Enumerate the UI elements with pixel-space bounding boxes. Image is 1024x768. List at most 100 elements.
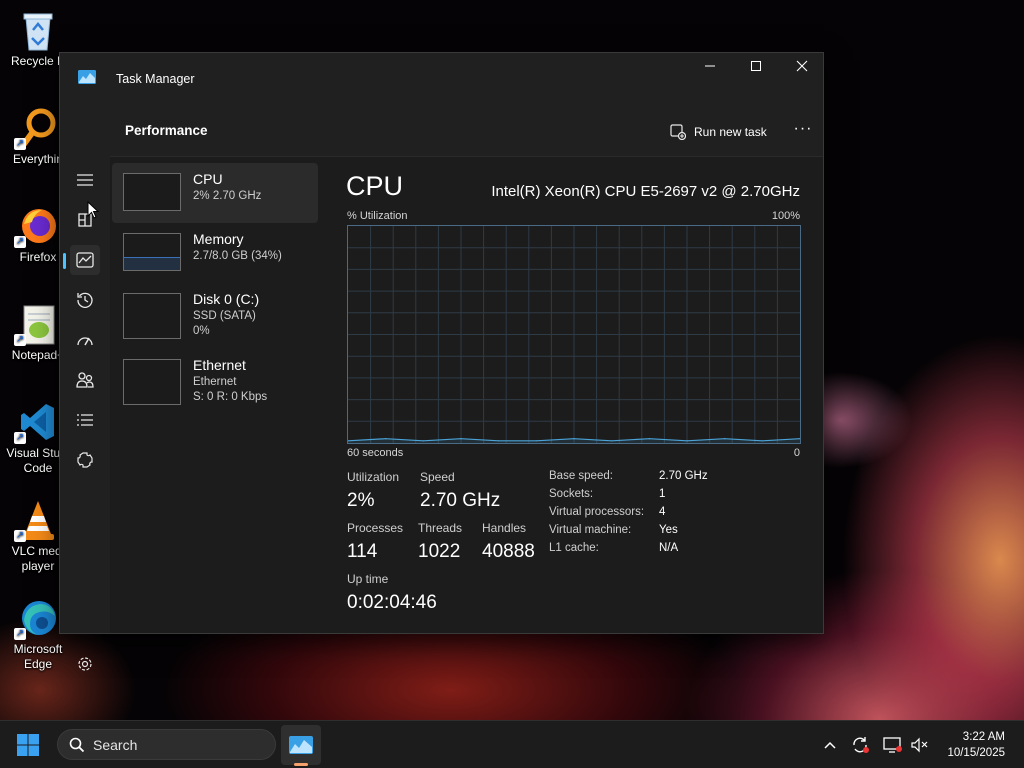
clock-date: 10/15/2025	[947, 747, 1005, 759]
nav-services[interactable]	[70, 445, 100, 475]
sync-status-button[interactable]	[850, 735, 872, 755]
system-clock[interactable]: 3:22 AM 10/15/2025	[947, 729, 1005, 761]
more-options-button[interactable]: ···	[788, 119, 818, 145]
spec-value-base-speed: 2.70 GHz	[659, 470, 708, 482]
cpu-graph-svg	[347, 226, 801, 443]
run-new-task-button[interactable]: Run new task	[664, 119, 773, 145]
minimize-icon	[705, 65, 715, 67]
spec-label-virtual-machine: Virtual machine:	[549, 524, 632, 536]
device-item-memory[interactable]: Memory 2.7/8.0 GB (34%)	[112, 223, 318, 283]
device-sub-2: 0%	[193, 325, 210, 337]
minimize-button[interactable]	[687, 53, 733, 85]
utilization-label: Utilization	[347, 470, 400, 484]
settings-button[interactable]	[70, 649, 100, 679]
spec-label-base-speed: Base speed:	[549, 470, 613, 482]
cpu-data-point	[686, 440, 688, 442]
cpu-data-point	[422, 440, 424, 442]
maximize-button[interactable]	[733, 53, 779, 85]
search-placeholder: Search	[93, 737, 138, 753]
hamburger-menu-button[interactable]	[70, 165, 100, 195]
everything-search-icon: ↗	[14, 106, 58, 150]
cpu-heading: CPU	[346, 171, 404, 201]
shortcut-arrow-icon: ↗	[14, 628, 26, 640]
uptime-label: Up time	[347, 572, 389, 586]
handles-label: Handles	[482, 521, 527, 535]
speed-label: Speed	[420, 470, 455, 484]
device-item-ethernet[interactable]: Ethernet Ethernet S: 0 R: 0 Kbps	[112, 349, 318, 409]
desktop-icon-label: Everythin	[12, 152, 64, 166]
device-sub: Ethernet	[193, 376, 237, 388]
desktop-icon-label-line2: Edge	[23, 657, 53, 671]
display-button[interactable]	[882, 735, 904, 755]
start-button[interactable]	[16, 733, 40, 757]
spec-label-l1-cache: L1 cache:	[549, 542, 599, 554]
spec-value-sockets: 1	[659, 488, 666, 500]
nav-app-history[interactable]	[70, 285, 100, 315]
task-manager-taskbar-icon	[289, 736, 313, 754]
nav-startup-apps[interactable]	[70, 325, 100, 355]
navigation-rail	[60, 105, 110, 671]
shortcut-arrow-icon: ↗	[14, 138, 26, 150]
vlc-icon: ↗	[14, 498, 58, 542]
spec-value-virtual-machine: Yes	[659, 524, 678, 536]
threads-label: Threads	[418, 521, 463, 535]
desktop-icon-label: Firefox	[19, 250, 57, 264]
more-icon: ···	[793, 120, 813, 137]
handles-value: 40888	[482, 541, 535, 562]
mouse-cursor-icon	[87, 201, 99, 219]
taskbar-search-box[interactable]: Search	[57, 729, 276, 760]
desktop-icon-label: Recycle B	[10, 54, 66, 68]
shortcut-arrow-icon: ↗	[14, 334, 26, 346]
chevron-up-icon	[824, 741, 836, 749]
task-manager-window: Task Manager Performance Run new task ··…	[59, 52, 824, 671]
startup-apps-icon	[77, 337, 93, 346]
performance-icon	[76, 252, 94, 268]
threads-value: 1022	[418, 541, 461, 562]
cpu-data-point	[460, 438, 462, 440]
settings-icon	[78, 657, 92, 671]
graph-y-label: % Utilization	[347, 210, 408, 222]
volume-button[interactable]	[910, 735, 930, 755]
window-title: Task Manager	[116, 72, 195, 86]
desktop-icon-label-line1: Microsoft	[13, 642, 63, 656]
title-bar[interactable]: Task Manager	[60, 53, 823, 105]
vscode-icon: ↗	[14, 400, 58, 444]
memory-thumbnail-fill	[124, 256, 180, 270]
device-name: Disk 0 (C:)	[193, 291, 260, 307]
graph-x-left-label: 60 seconds	[347, 447, 404, 459]
device-sub: 2.7/8.0 GB (34%)	[193, 250, 282, 262]
processes-value: 114	[347, 541, 378, 562]
notepad-plus-plus-icon: ↗	[14, 302, 58, 346]
services-icon	[77, 452, 93, 468]
app-history-icon	[77, 292, 93, 308]
cpu-data-point	[724, 438, 726, 440]
spec-value-virtual-processors: 4	[659, 506, 666, 518]
device-name: CPU	[193, 171, 223, 187]
device-item-cpu[interactable]: CPU 2% 2.70 GHz	[112, 163, 318, 223]
show-hidden-icons-button[interactable]	[820, 735, 840, 755]
device-item-disk[interactable]: Disk 0 (C:) SSD (SATA) 0%	[112, 283, 318, 343]
page-title: Performance	[125, 123, 208, 138]
shortcut-arrow-icon: ↗	[14, 530, 26, 542]
spec-label-virtual-processors: Virtual processors:	[549, 506, 645, 518]
running-app-indicator	[294, 763, 308, 766]
shortcut-arrow-icon: ↗	[14, 236, 26, 248]
device-sub: 2% 2.70 GHz	[193, 190, 262, 202]
clock-time: 3:22 AM	[962, 731, 1005, 743]
recycle-bin-icon	[18, 8, 58, 52]
graph-x-right-label: 0	[793, 447, 800, 459]
cpu-model-name: Intel(R) Xeon(R) CPU E5-2697 v2 @ 2.70GH…	[491, 183, 800, 200]
close-button[interactable]	[779, 53, 825, 85]
windows-logo-icon	[17, 734, 39, 756]
nav-performance[interactable]	[70, 245, 100, 275]
nav-users[interactable]	[70, 365, 100, 395]
volume-muted-icon	[911, 737, 928, 753]
cpu-data-point	[611, 440, 613, 442]
uptime-value: 0:02:04:46	[347, 592, 437, 613]
spec-value-l1-cache: N/A	[659, 542, 679, 554]
taskbar-task-manager-button[interactable]	[281, 725, 321, 765]
memory-thumbnail-graph	[123, 233, 181, 271]
nav-details[interactable]	[70, 405, 100, 435]
cpu-thumbnail-graph	[123, 173, 181, 211]
shortcut-arrow-icon: ↗	[14, 432, 26, 444]
